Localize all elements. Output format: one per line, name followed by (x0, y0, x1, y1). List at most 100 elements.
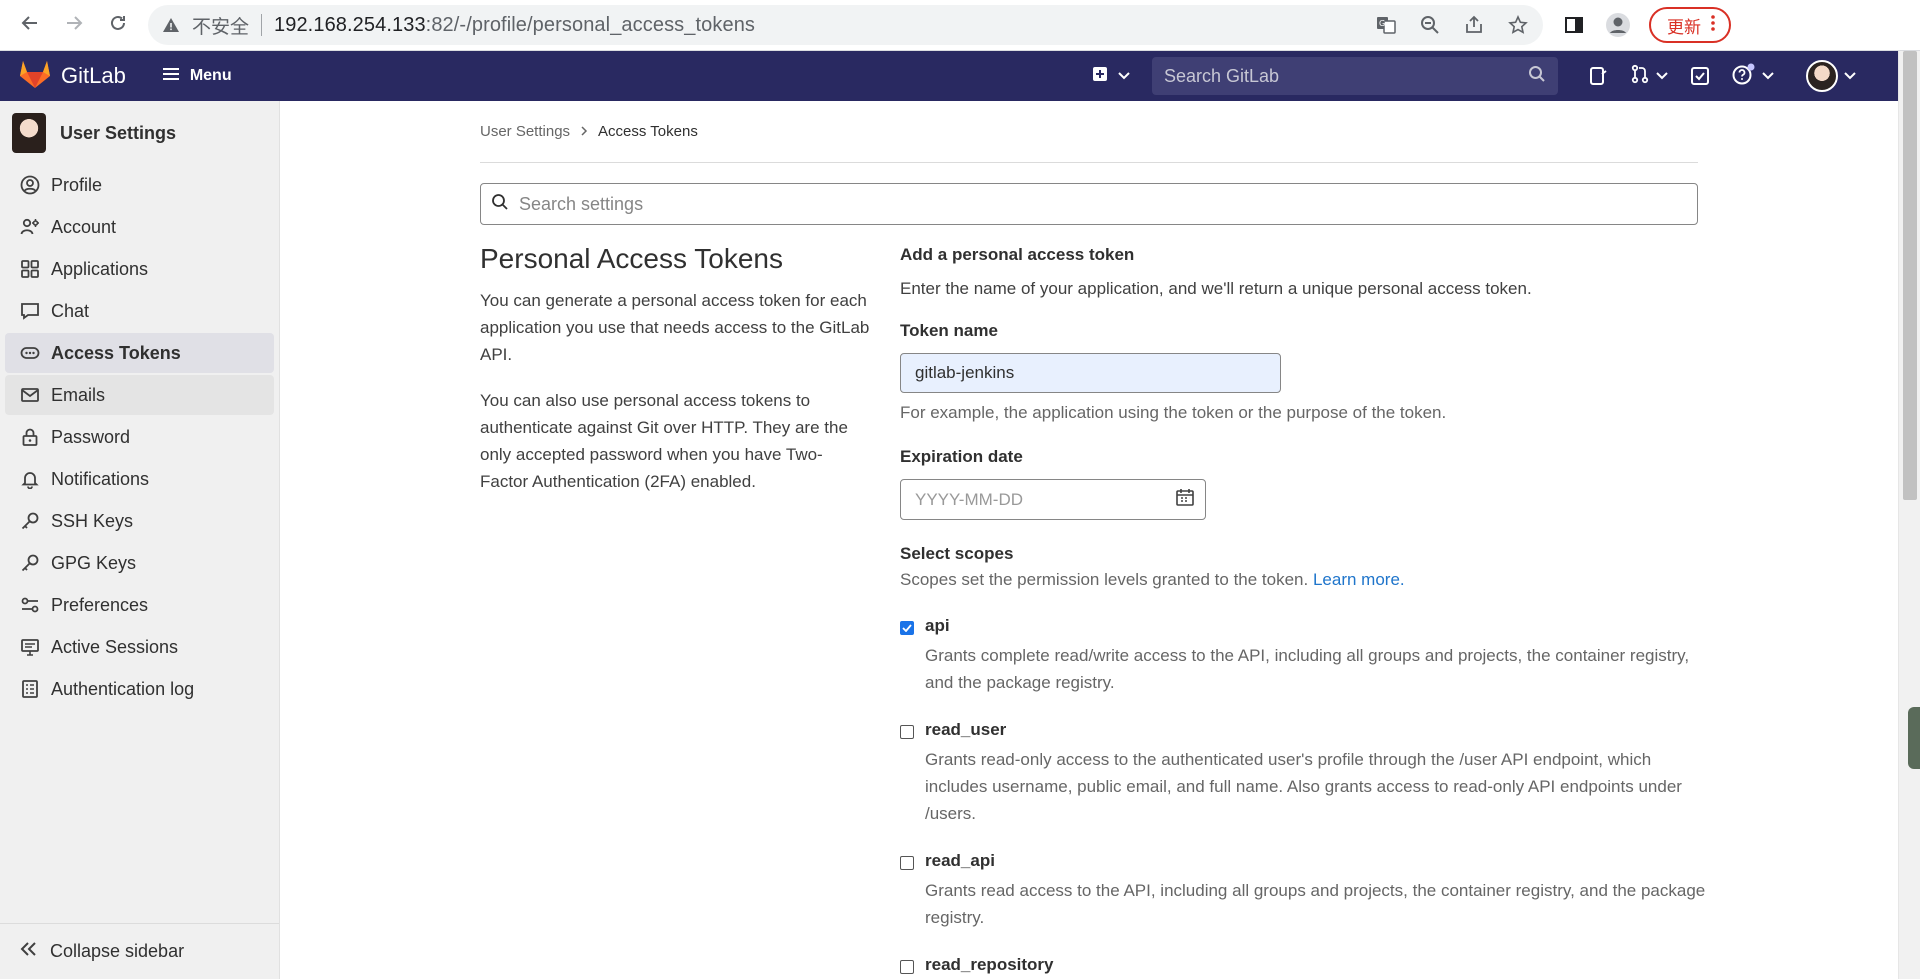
warning-icon (162, 16, 180, 34)
star-icon[interactable] (1507, 14, 1529, 36)
settings-sidebar: User Settings Profile Account Applicatio… (0, 101, 280, 979)
gitlab-home-link[interactable]: GitLab (19, 59, 126, 94)
sidebar-item-profile[interactable]: Profile (5, 165, 274, 205)
collapse-sidebar-button[interactable]: Collapse sidebar (0, 923, 279, 979)
search-placeholder: Search GitLab (1164, 65, 1280, 86)
token-name-input[interactable]: gitlab-jenkins (900, 353, 1281, 393)
side-widget-handle[interactable] (1908, 707, 1920, 769)
help-icon (1732, 63, 1756, 90)
sidebar-item-ssh-keys[interactable]: SSH Keys (5, 501, 274, 541)
user-avatar (1806, 60, 1838, 92)
applications-icon (19, 258, 41, 280)
gitlab-header: GitLab Menu Search GitLab (0, 51, 1898, 101)
page-title: Personal Access Tokens (480, 243, 783, 274)
update-button[interactable]: 更新 (1649, 7, 1731, 43)
todo-icon[interactable] (1690, 66, 1710, 86)
new-dropdown[interactable] (1092, 66, 1130, 87)
sidebar-item-password[interactable]: Password (5, 417, 274, 457)
search-icon (1528, 65, 1546, 88)
user-avatar (12, 113, 46, 153)
sidebar-item-notifications[interactable]: Notifications (5, 459, 274, 499)
sidebar-item-label: Account (51, 216, 117, 237)
sidebar-item-account[interactable]: Account (5, 207, 274, 247)
sidebar-item-access-tokens[interactable]: Access Tokens (5, 333, 274, 373)
help-dropdown[interactable] (1732, 63, 1774, 90)
calendar-icon[interactable] (1175, 487, 1195, 512)
intro-paragraph-2: You can also use personal access tokens … (480, 391, 848, 491)
collapse-label: Collapse sidebar (50, 941, 185, 961)
scopes-desc-text: Scopes set the permission levels granted… (900, 570, 1309, 589)
sidebar-item-label: Profile (51, 174, 103, 195)
menu-button[interactable]: Menu (162, 67, 232, 86)
sidebar-item-applications[interactable]: Applications (5, 249, 274, 289)
scope-name: read_user (925, 720, 1007, 739)
scope-read-user-checkbox[interactable] (900, 725, 914, 739)
search-icon (491, 193, 509, 216)
chevron-down-icon (1656, 67, 1668, 85)
sidebar-item-authentication-log[interactable]: Authentication log (5, 669, 274, 709)
token-form: Add a personal access token Enter the na… (900, 245, 1705, 979)
side-panel-icon[interactable] (1561, 12, 1587, 38)
translate-icon[interactable]: G (1375, 14, 1397, 36)
scope-read-repository-checkbox[interactable] (900, 960, 914, 974)
scope-description: Grants read access to the API, including… (925, 881, 1706, 927)
gitlab-logo-icon (19, 59, 51, 94)
breadcrumb-parent[interactable]: User Settings (480, 123, 570, 140)
sidebar-header[interactable]: User Settings (0, 101, 279, 165)
sidebar-nav: Profile Account Applications Chat Access… (0, 165, 279, 709)
account-icon (19, 216, 41, 238)
plus-square-icon (1092, 66, 1108, 87)
sidebar-item-label: Access Tokens (51, 342, 181, 363)
learn-more-link[interactable]: Learn more. (1313, 570, 1405, 589)
scope-read-api: read_api Grants read access to the API, … (900, 851, 1705, 931)
zoom-out-icon[interactable] (1419, 14, 1441, 36)
scrollbar-thumb[interactable] (1903, 51, 1917, 500)
breadcrumb-current[interactable]: Access Tokens (598, 123, 698, 140)
url-host: 192.168.254.133 (274, 13, 426, 36)
back-button[interactable] (8, 3, 52, 47)
sidebar-item-active-sessions[interactable]: Active Sessions (5, 627, 274, 667)
form-heading: Add a personal access token (900, 245, 1135, 264)
settings-search-input[interactable]: Search settings (480, 183, 1698, 225)
forward-button[interactable] (52, 3, 96, 47)
browser-toolbar: 不安全 192.168.254.133:82/-/profile/persona… (0, 0, 1920, 51)
page-scrollbar[interactable] (1898, 51, 1920, 979)
sidebar-item-label: Preferences (51, 594, 149, 615)
sidebar-item-gpg-keys[interactable]: GPG Keys (5, 543, 274, 583)
merge-requests-dropdown[interactable] (1630, 64, 1668, 89)
sidebar-item-label: SSH Keys (51, 510, 134, 531)
scope-api-checkbox[interactable] (900, 621, 914, 635)
reload-button[interactable] (96, 3, 140, 47)
expiration-label: Expiration date (900, 447, 1023, 466)
breadcrumb: User Settings Access Tokens (480, 101, 1698, 163)
account-avatar-icon[interactable] (1605, 12, 1631, 38)
expiration-placeholder: YYYY-MM-DD (915, 489, 1023, 509)
mail-icon (19, 384, 41, 406)
brand-name: GitLab (61, 63, 126, 88)
sidebar-item-preferences[interactable]: Preferences (5, 585, 274, 625)
sidebar-item-label: GPG Keys (51, 552, 137, 573)
scopes-description: Scopes set the permission levels granted… (900, 570, 1698, 590)
monitor-icon (19, 636, 41, 658)
share-icon[interactable] (1463, 14, 1485, 36)
bell-icon (19, 468, 41, 490)
form-description: Enter the name of your application, and … (900, 279, 1532, 298)
sidebar-item-emails[interactable]: Emails (5, 375, 274, 415)
url-path: :82/-/profile/personal_access_tokens (425, 13, 756, 36)
sidebar-item-label: Authentication log (51, 678, 195, 699)
sidebar-item-label: Chat (51, 300, 90, 321)
scope-name: read_repository (925, 955, 1054, 974)
sidebar-item-chat[interactable]: Chat (5, 291, 274, 331)
chat-icon (19, 300, 41, 322)
token-icon (19, 342, 41, 364)
intro-column: Personal Access Tokens You can generate … (480, 243, 900, 979)
address-bar[interactable]: 不安全 192.168.254.133:82/-/profile/persona… (148, 5, 1543, 45)
user-menu-dropdown[interactable] (1806, 60, 1856, 92)
more-vertical-icon (1711, 14, 1715, 36)
log-icon (19, 678, 41, 700)
merge-request-icon (1630, 64, 1650, 89)
issues-icon[interactable] (1588, 66, 1608, 86)
expiration-date-input[interactable]: YYYY-MM-DD (900, 479, 1206, 520)
gitlab-search-input[interactable]: Search GitLab (1152, 57, 1558, 95)
scope-read-api-checkbox[interactable] (900, 856, 914, 870)
